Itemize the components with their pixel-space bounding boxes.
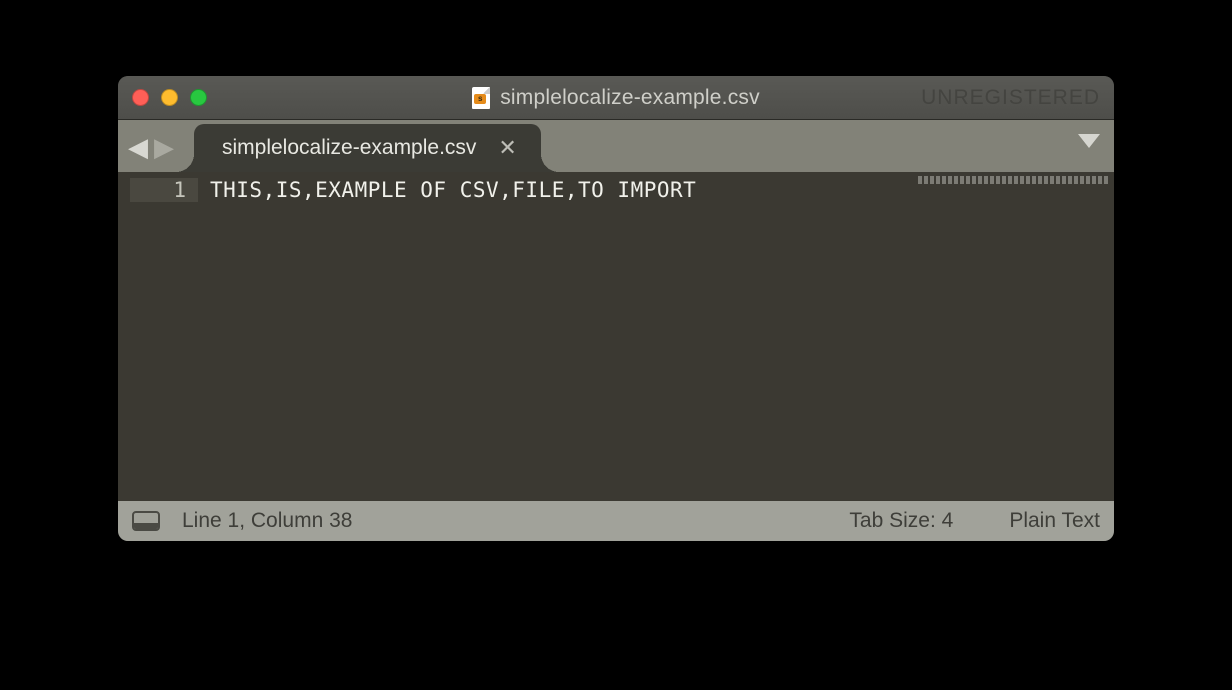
line-gutter: 1 [118, 172, 198, 501]
tab-history-nav: ◀ ▶ [118, 132, 184, 172]
file-icon [472, 87, 490, 109]
close-icon[interactable]: ✕ [498, 137, 516, 159]
code-content[interactable]: THIS,IS,EXAMPLE OF CSV,FILE,TO IMPORT [198, 172, 1114, 501]
line-number: 1 [130, 178, 198, 202]
code-line: THIS,IS,EXAMPLE OF CSV,FILE,TO IMPORT [210, 178, 696, 202]
tab-size-indicator[interactable]: Tab Size: 4 [849, 509, 953, 533]
window-controls [132, 89, 207, 106]
status-bar: Line 1, Column 38 Tab Size: 4 Plain Text [118, 501, 1114, 541]
minimap[interactable] [918, 176, 1108, 184]
panel-toggle-icon[interactable] [132, 511, 160, 531]
close-button[interactable] [132, 89, 149, 106]
window-title: simplelocalize-example.csv [500, 86, 760, 110]
history-forward-icon[interactable]: ▶ [152, 132, 176, 162]
tab-bar: ◀ ▶ simplelocalize-example.csv ✕ [118, 120, 1114, 172]
cursor-position[interactable]: Line 1, Column 38 [182, 509, 352, 533]
tab-label: simplelocalize-example.csv [222, 136, 476, 160]
registration-status: UNREGISTERED [921, 86, 1100, 110]
editor-area[interactable]: 1 THIS,IS,EXAMPLE OF CSV,FILE,TO IMPORT [118, 172, 1114, 501]
history-back-icon[interactable]: ◀ [126, 132, 150, 162]
syntax-indicator[interactable]: Plain Text [1009, 509, 1100, 533]
titlebar[interactable]: simplelocalize-example.csv UNREGISTERED [118, 76, 1114, 120]
tab-menu-button[interactable] [1078, 134, 1100, 148]
tab-active[interactable]: simplelocalize-example.csv ✕ [194, 124, 541, 172]
maximize-button[interactable] [190, 89, 207, 106]
minimize-button[interactable] [161, 89, 178, 106]
editor-window: simplelocalize-example.csv UNREGISTERED … [118, 76, 1114, 541]
